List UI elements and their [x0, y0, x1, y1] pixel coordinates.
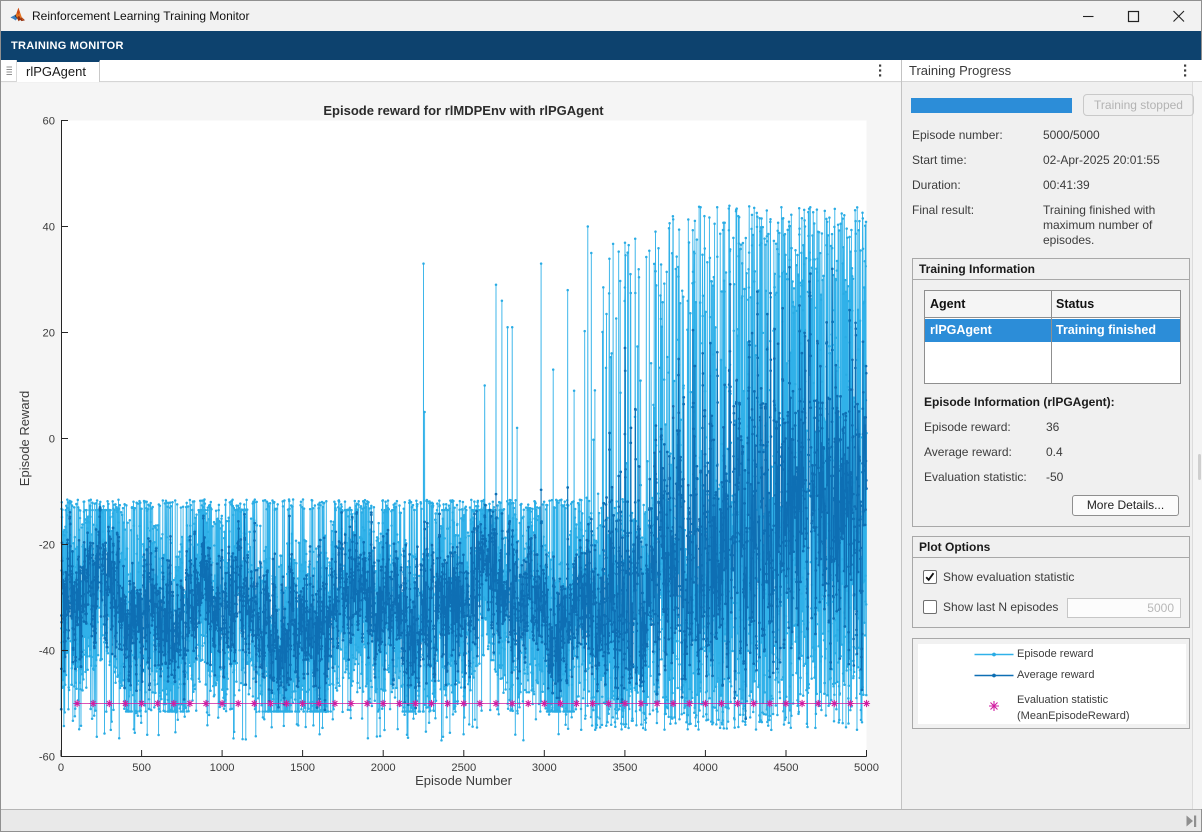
svg-text:0: 0: [49, 434, 55, 446]
svg-text:Episode reward for rlMDPEnv wi: Episode reward for rlMDPEnv with rlPGAge…: [323, 103, 604, 118]
svg-text:60: 60: [43, 116, 55, 128]
svg-text:1500: 1500: [290, 762, 315, 774]
svg-text:3000: 3000: [532, 762, 557, 774]
svg-text:4000: 4000: [693, 762, 718, 774]
svg-text:-40: -40: [39, 646, 55, 658]
svg-text:2000: 2000: [371, 762, 396, 774]
svg-text:-20: -20: [39, 540, 55, 552]
svg-text:3500: 3500: [612, 762, 637, 774]
svg-text:Episode Number: Episode Number: [415, 773, 512, 788]
svg-text:40: 40: [43, 222, 55, 234]
svg-text:0: 0: [58, 762, 64, 774]
svg-text:5000: 5000: [854, 762, 879, 774]
svg-text:-60: -60: [39, 752, 55, 764]
svg-text:500: 500: [132, 762, 151, 774]
svg-text:1000: 1000: [210, 762, 235, 774]
svg-text:4500: 4500: [774, 762, 799, 774]
svg-text:Episode Reward: Episode Reward: [17, 391, 32, 486]
svg-text:20: 20: [43, 328, 55, 340]
